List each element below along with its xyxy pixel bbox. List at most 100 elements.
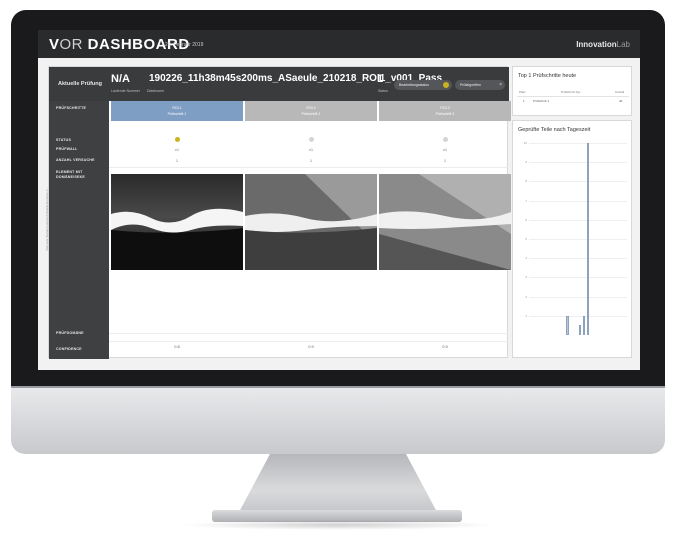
column-header-2[interactable]: ROI-2 Prüfschritt 2 [245,101,377,121]
inspection-image-3[interactable] [379,174,511,270]
inspection-image-graphic [245,174,377,270]
grid-line [529,258,627,260]
cell-value: 1 [309,158,313,163]
row-label-check-domain: PRÜFDOMÄNE [56,331,84,335]
row-label-element: ELEMENT MIT [56,170,83,174]
grid-line [529,239,627,240]
table-cell-count: 40 [619,99,623,103]
column-title: ROI-2 [306,106,316,110]
confidence-value-3: 0.9 [442,344,448,349]
table-header-count: Anzahl [615,90,625,94]
processing-status-label: Bearbeitungsstatus [399,83,429,87]
status-number: 1 [377,73,384,85]
row-label-steps: PRÜFSCHRITTE [56,106,87,110]
y-tick-label: 8 [525,179,527,184]
y-tick-label: 1 [525,313,527,318]
cell-value: v1 [174,147,180,152]
row-label-attempts: ANZAHL VERSUCHE [56,158,95,162]
grid-line [529,143,627,144]
chart-bar[interactable] [582,315,586,335]
table-divider [517,96,629,97]
brand-text-thin: Lab [616,40,630,49]
close-icon[interactable]: × [499,80,502,90]
status-dot-2 [309,137,314,142]
brand-logo: InnovationLab [576,40,630,49]
row-label-domain: DOMÄNE/SEKE [56,175,85,179]
parts-by-time-panel: Geprüfte Teile nach Tageszeit 10 9 8 7 6 5 4 3 2… [512,120,632,358]
table-header-step: Prüfschritt-Typ [561,90,581,94]
brand-text: Innovation [576,40,617,49]
chart-title: Geprüfte Teile nach Tageszeit [518,127,591,133]
divider [109,341,509,342]
y-tick-label: 3 [525,275,527,280]
confidence-value-2: 0.9 [308,344,314,349]
column-title: ROI-1 [172,106,182,110]
top-steps-panel: Top 1 Prüfschritte heute Platz Prüfschri… [512,66,632,116]
chart-bar[interactable] [586,143,590,335]
status-indicator-icon [443,82,449,88]
status-caption: Status [378,89,388,93]
divider [109,333,509,334]
top-steps-title: Top 1 Prüfschritte heute [518,73,577,79]
cell-value: 1 [443,158,447,163]
inspection-image-graphic [111,174,243,270]
side-caption: Visit-Jahr Standort-Versuch Mobile-Numme… [45,186,49,251]
inspection-image-graphic [379,174,511,270]
y-tick-label: 4 [525,256,527,261]
monitor-stand [238,454,438,514]
cell-value: 1 [175,158,179,163]
chart-bar[interactable] [578,325,582,335]
y-tick-label: 2 [525,294,527,299]
table-cell-place: 1 [523,99,525,103]
y-tick-label: 5 [525,237,527,241]
row-label-status: STATUS [56,138,72,142]
cell-value: v1 [442,147,448,152]
status-dot-3 [443,137,448,142]
grid-line [529,219,627,221]
y-tick-label: 6 [525,217,527,222]
processing-status-toggle[interactable]: Bearbeitungsstatus [394,80,452,90]
table-cell-step: Prüfschritt 1 [533,99,550,103]
grid-line [529,181,627,183]
header-date: 26. Februar 2019 [165,42,204,48]
grid-line [529,277,627,279]
logo-text-thin: OR [59,36,84,53]
run-number: N/A [111,73,130,85]
grid-line [529,296,627,298]
confidence-value-1: 0.8 [174,344,180,349]
inspection-image-1[interactable] [111,174,243,270]
cell-value: v1 [308,147,314,152]
monitor-scene: VOR DASHBOARD 26. Februar 2019 Innovatio… [0,0,675,537]
check-algorithm-label: Prüfalgorithm [460,83,481,87]
status-dot-1 [175,137,180,142]
column-header-1[interactable]: ROI-1 Prüfschritt 1 [111,101,243,121]
logo-text: V [49,36,60,53]
current-inspection-bar: Aktuelle Prüfung N/A Laufende Nummer Dat… [49,67,509,101]
stand-shadow [180,520,495,530]
column-subtitle: Prüfschritt 2 [301,112,321,116]
filename-caption: Dateiname [147,89,164,93]
top-bar: VOR DASHBOARD 26. Februar 2019 Innovatio… [38,30,640,58]
grid-line [529,315,627,317]
screen: VOR DASHBOARD 26. Februar 2019 Innovatio… [38,30,640,370]
y-tick-label: 10 [523,141,527,145]
divider [109,167,509,168]
table-header-place: Platz [519,90,526,94]
column-subtitle: Prüfschritt 3 [435,112,455,116]
column-subtitle: Prüfschritt 1 [167,112,187,116]
row-label-confidence: CONFIDENCE [56,347,82,351]
monitor-chin [11,386,665,454]
current-inspection-label: Aktuelle Prüfung [58,81,103,87]
grid-line [529,162,627,164]
column-header-3[interactable]: ROI-3 Prüfschritt 3 [379,101,511,121]
y-tick-label: 7 [525,198,527,203]
inspection-panel: Aktuelle Prüfung N/A Laufende Nummer Dat… [45,66,511,359]
chart-bar[interactable] [566,315,569,335]
run-number-caption: Laufende Nummer [111,89,140,93]
inspection-image-2[interactable] [245,174,377,270]
monitor-chin-divider [11,386,665,388]
check-algorithm-select[interactable]: Prüfalgorithm × [455,80,505,90]
row-label-wall: PRÜFWALL [56,147,78,151]
row-labels: PRÜFSCHRITTE STATUS PRÜFWALL ANZAHL VERS… [45,101,109,359]
grid-line [529,200,627,202]
